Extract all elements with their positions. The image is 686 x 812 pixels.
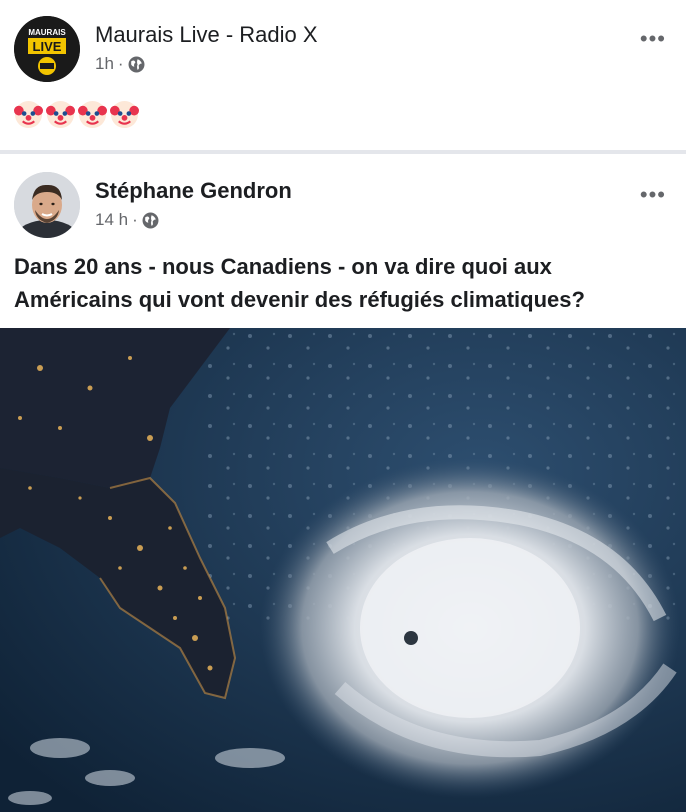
globe-icon [128, 56, 145, 72]
post-maurais-live: MAURAIS LIVE Maurais Live - Radio X 1h ·… [0, 0, 686, 150]
maurais-live-logo: MAURAIS LIVE [14, 16, 80, 82]
profile-photo [14, 172, 80, 238]
svg-text:MAURAIS: MAURAIS [28, 28, 66, 37]
post-text: Dans 20 ans - nous Canadiens - on va dir… [14, 254, 585, 312]
clown-face-emoji [46, 100, 75, 129]
clown-face-emoji [110, 100, 139, 129]
more-options-button[interactable]: ••• [640, 184, 666, 206]
author-name[interactable]: Maurais Live - Radio X [95, 22, 318, 48]
more-options-button[interactable]: ••• [640, 28, 666, 50]
post-meta: 1h · [95, 54, 145, 74]
post-time[interactable]: 1h [95, 54, 114, 74]
clown-face-emoji [14, 100, 43, 129]
hurricane-satellite-image [0, 328, 686, 812]
post-time[interactable]: 14 h [95, 210, 128, 230]
globe-icon [142, 212, 159, 228]
avatar[interactable] [14, 172, 80, 238]
avatar[interactable]: MAURAIS LIVE [14, 16, 80, 82]
post-text-emojis [14, 100, 139, 129]
author-name[interactable]: Stéphane Gendron [95, 178, 292, 204]
post-meta: 14 h · [95, 210, 159, 230]
meta-separator: · [117, 54, 124, 73]
clown-face-emoji [78, 100, 107, 129]
post-photo[interactable] [0, 328, 686, 812]
meta-separator: · [132, 210, 138, 229]
svg-text:LIVE: LIVE [33, 39, 62, 54]
post-stephane-gendron: Stéphane Gendron 14 h · ••• Dans 20 ans … [0, 154, 686, 812]
